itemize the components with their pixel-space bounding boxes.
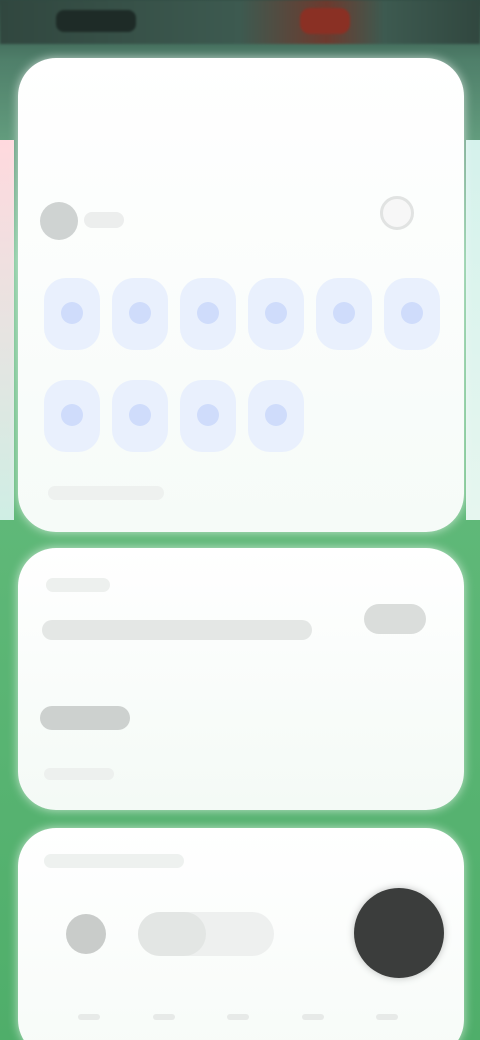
media-card-label [44,854,184,868]
page-dot[interactable] [301,1014,324,1020]
app-icon [333,302,355,324]
status-clock [56,10,136,32]
info-card-toggle[interactable] [364,604,426,634]
media-source-icon[interactable] [66,914,106,954]
play-button[interactable] [354,888,444,978]
info-card-value [40,706,130,730]
app-tile[interactable] [384,278,440,350]
app-tile[interactable] [112,278,168,350]
avatar-label [84,212,124,228]
app-icon [61,302,83,324]
app-icon [401,302,423,324]
page-dot[interactable] [152,1014,175,1020]
app-tile[interactable] [180,278,236,350]
page-dot[interactable] [227,1014,249,1020]
app-tile[interactable] [248,380,304,452]
status-bar [0,0,480,44]
app-tile[interactable] [248,278,304,350]
info-card-headline [42,620,312,640]
page-dot[interactable] [376,1014,398,1020]
app-grid [44,278,444,452]
app-icon [197,302,219,324]
app-icon [61,404,83,426]
app-tile[interactable] [44,278,100,350]
background-edge-right [466,140,480,520]
page-dot[interactable] [78,1014,100,1020]
avatar[interactable] [40,202,78,240]
app-icon [265,404,287,426]
app-icon [197,404,219,426]
page-indicator [78,1014,398,1020]
app-icon [129,404,151,426]
status-indicator [300,8,350,34]
info-card-note [44,768,114,780]
app-tile[interactable] [316,278,372,350]
app-tile[interactable] [44,380,100,452]
apps-card-footer [48,486,164,500]
media-progress-fill [138,912,206,956]
apps-card [18,58,464,532]
app-icon [129,302,151,324]
app-tile[interactable] [180,380,236,452]
gear-icon[interactable] [380,196,414,230]
app-icon [265,302,287,324]
app-tile[interactable] [112,380,168,452]
background-edge-left [0,140,14,520]
info-card[interactable] [18,548,464,810]
media-progress-track[interactable] [138,912,274,956]
info-card-label [46,578,110,592]
media-card [18,828,464,1040]
